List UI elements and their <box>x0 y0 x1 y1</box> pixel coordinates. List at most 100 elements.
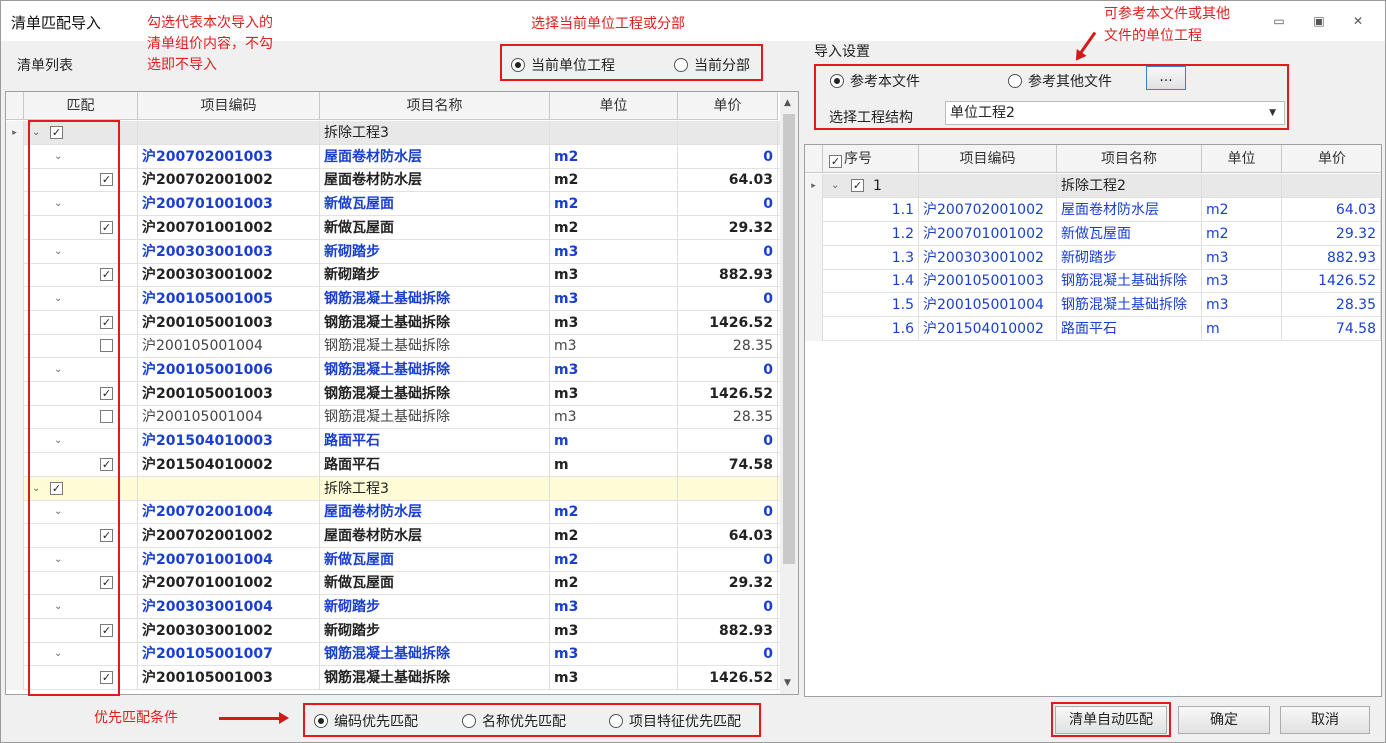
table-row[interactable]: ✓ 沪200702001002 屋面卷材防水层 m2 64.03 <box>6 168 780 193</box>
table-row[interactable]: ⌄ 沪200701001003 新做瓦屋面 m2 0 <box>6 192 780 217</box>
ref-table-row[interactable]: 1.5 沪200105001004 钢筋混凝土基础拆除 m3 28.35 <box>805 293 1381 318</box>
table-row[interactable]: ✓ 沪201504010002 路面平石 m 74.58 <box>6 452 780 477</box>
cell-unit: m2 <box>550 215 678 240</box>
chevron-down-icon[interactable]: ⌄ <box>54 358 62 382</box>
row-indicator <box>6 547 24 572</box>
table-row[interactable]: ⌄ 沪200105001005 钢筋混凝土基础拆除 m3 0 <box>6 286 780 311</box>
import-checkbox[interactable]: ✓ <box>100 220 113 234</box>
table-row[interactable]: ✓ 沪200701001002 新做瓦屋面 m2 29.32 <box>6 571 780 596</box>
ref-table-row[interactable]: 1.1 沪200702001002 屋面卷材防水层 m2 64.03 <box>805 198 1381 222</box>
scope-radio-current-section[interactable]: 当前分部 <box>674 55 750 75</box>
ref-group-checkbox[interactable]: ✓ <box>851 179 864 192</box>
structure-select[interactable]: 单位工程2 ▼ <box>945 101 1285 125</box>
priority-radio-feature[interactable]: 项目特征优先匹配 <box>609 711 741 731</box>
ref-group-cell <box>1202 174 1282 198</box>
match-cell: ✓ <box>24 263 138 288</box>
group-row[interactable]: ⌄ ✓ 拆除工程3 <box>6 476 780 501</box>
table-row[interactable]: ⌄ 沪201504010003 路面平石 m 0 <box>6 429 780 454</box>
import-checkbox[interactable]: ✓ <box>100 457 113 471</box>
ref-radio-this-file[interactable]: 参考本文件 <box>830 71 920 91</box>
table-row[interactable]: ⌄ 沪200702001004 屋面卷材防水层 m2 0 <box>6 500 780 525</box>
table-row[interactable]: ✓ 沪200105001003 钢筋混凝土基础拆除 m3 1426.52 <box>6 310 780 335</box>
match-cell: ⌄ <box>24 595 138 619</box>
import-checkbox[interactable]: ✓ <box>100 671 113 685</box>
scroll-up-icon[interactable]: ▲ <box>784 98 791 108</box>
chevron-down-icon[interactable]: ⌄ <box>54 548 62 572</box>
priority-radio-code[interactable]: 编码优先匹配 <box>314 711 418 731</box>
import-checkbox[interactable] <box>100 339 113 353</box>
table-row[interactable]: ⌄ 沪200105001006 钢筋混凝土基础拆除 m3 0 <box>6 358 780 382</box>
cell-name: 新砌踏步 <box>320 595 550 619</box>
table-row[interactable]: 沪200105001004 钢筋混凝土基础拆除 m3 28.35 <box>6 334 780 359</box>
table-row[interactable]: 沪200105001004 钢筋混凝土基础拆除 m3 28.35 <box>6 405 780 430</box>
auto-match-button[interactable]: 清单自动匹配 <box>1055 706 1167 734</box>
chevron-down-icon[interactable]: ⌄ <box>54 642 62 666</box>
cell-price: 0 <box>678 500 778 525</box>
cell-price: 0 <box>678 239 778 264</box>
row-indicator <box>6 192 24 217</box>
row-indicator <box>6 642 24 667</box>
cell-unit: m3 <box>550 405 678 430</box>
group-checkbox[interactable]: ✓ <box>50 126 63 139</box>
scroll-down-icon[interactable]: ▼ <box>784 678 791 688</box>
ref-table-row[interactable]: 1.2 沪200701001002 新做瓦屋面 m2 29.32 <box>805 221 1381 246</box>
table-row[interactable]: ⌄ 沪200303001003 新砌踏步 m3 0 <box>6 239 780 264</box>
ref-radio-other-file[interactable]: 参考其他文件 <box>1008 71 1112 91</box>
chevron-down-icon[interactable]: ⌄ <box>54 240 62 264</box>
match-cell: ⌄ <box>24 429 138 454</box>
select-all-checkbox[interactable]: ✓ <box>829 155 842 168</box>
ok-button[interactable]: 确定 <box>1178 706 1270 734</box>
table-row[interactable]: ⌄ 沪200701001004 新做瓦屋面 m2 0 <box>6 547 780 572</box>
group-row[interactable]: ▸ ⌄ ✓ 拆除工程3 <box>6 121 780 145</box>
chevron-down-icon[interactable]: ⌄ <box>32 121 40 145</box>
ref-group-row[interactable]: ▸ ⌄ ✓ 1 拆除工程2 <box>805 174 1381 198</box>
import-checkbox[interactable] <box>100 410 113 424</box>
match-cell: ✓ <box>24 310 138 335</box>
table-row[interactable]: ✓ 沪200303001002 新砌踏步 m3 882.93 <box>6 618 780 643</box>
cell-code: 沪200303001002 <box>138 618 320 643</box>
ref-table-row[interactable]: 1.4 沪200105001003 钢筋混凝土基础拆除 m3 1426.52 <box>805 269 1381 294</box>
minimize-icon[interactable]: ▭ <box>1271 14 1287 28</box>
priority-radio-name[interactable]: 名称优先匹配 <box>462 711 566 731</box>
chevron-down-icon[interactable]: ⌄ <box>831 174 839 198</box>
table-row[interactable]: ⌄ 沪200303001004 新砌踏步 m3 0 <box>6 595 780 619</box>
match-cell: ⌄ <box>24 642 138 667</box>
ref-table-row[interactable]: 1.3 沪200303001002 新砌踏步 m3 882.93 <box>805 245 1381 270</box>
import-checkbox[interactable]: ✓ <box>100 576 113 590</box>
table-row[interactable]: ✓ 沪200105001003 钢筋混凝土基础拆除 m3 1426.52 <box>6 381 780 406</box>
import-checkbox[interactable]: ✓ <box>100 528 113 542</box>
chevron-down-icon[interactable]: ⌄ <box>54 287 62 311</box>
import-checkbox[interactable]: ✓ <box>100 623 113 637</box>
chevron-down-icon[interactable]: ⌄ <box>54 429 62 453</box>
table-row[interactable]: ✓ 沪200701001002 新做瓦屋面 m2 29.32 <box>6 215 780 240</box>
chevron-down-icon[interactable]: ⌄ <box>54 192 62 216</box>
cancel-button[interactable]: 取消 <box>1280 706 1370 734</box>
match-cell: ⌄ ✓ <box>24 121 138 145</box>
close-icon[interactable]: ✕ <box>1350 14 1366 28</box>
ref-table-row[interactable]: 1.6 沪201504010002 路面平石 m 74.58 <box>805 317 1381 341</box>
chevron-down-icon[interactable]: ⌄ <box>32 477 40 501</box>
table-row[interactable]: ⌄ 沪200105001007 钢筋混凝土基础拆除 m3 0 <box>6 642 780 667</box>
import-checkbox[interactable]: ✓ <box>100 386 113 400</box>
scroll-thumb[interactable] <box>783 114 795 564</box>
import-checkbox[interactable]: ✓ <box>100 173 113 187</box>
table-row[interactable]: ✓ 沪200702001002 屋面卷材防水层 m2 64.03 <box>6 523 780 548</box>
chevron-down-icon[interactable]: ⌄ <box>54 595 62 619</box>
maximize-icon[interactable]: ▣ <box>1311 14 1327 28</box>
table-row[interactable]: ✓ 沪200105001003 钢筋混凝土基础拆除 m3 1426.52 <box>6 666 780 691</box>
import-checkbox[interactable]: ✓ <box>100 268 113 282</box>
browse-button[interactable]: ... <box>1146 66 1186 90</box>
ref-col-code-header: 项目编码 <box>919 145 1057 173</box>
left-scrollbar[interactable]: ▲ ▼ <box>780 92 798 694</box>
chevron-down-icon[interactable]: ⌄ <box>54 145 62 169</box>
table-row[interactable]: ⌄ 沪200702001003 屋面卷材防水层 m2 0 <box>6 144 780 169</box>
cell-price: 74.58 <box>1282 317 1381 341</box>
scope-radio-current-unit[interactable]: 当前单位工程 <box>511 55 615 75</box>
cell-unit: m2 <box>550 523 678 548</box>
group-checkbox[interactable]: ✓ <box>50 481 63 495</box>
chevron-down-icon[interactable]: ⌄ <box>54 500 62 524</box>
match-cell: ⌄ <box>24 192 138 217</box>
table-row[interactable]: ✓ 沪200303001002 新砌踏步 m3 882.93 <box>6 263 780 288</box>
import-checkbox[interactable]: ✓ <box>100 315 113 329</box>
cell-code: 沪200701001002 <box>138 215 320 240</box>
